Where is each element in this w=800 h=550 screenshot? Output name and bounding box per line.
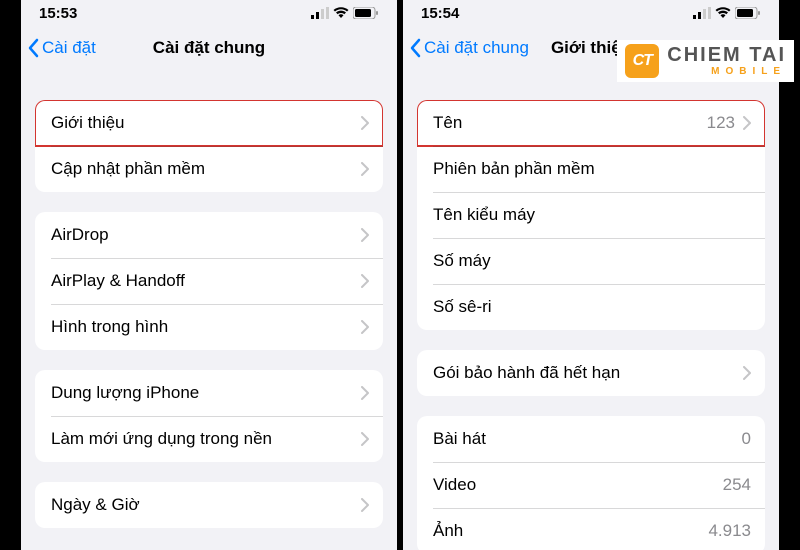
- chevron-right-icon: [361, 228, 369, 242]
- wifi-icon: [715, 7, 731, 19]
- row-airplay-handoff[interactable]: AirPlay & Handoff: [35, 258, 383, 304]
- row-warranty-expired[interactable]: Gói bảo hành đã hết hạn: [417, 350, 765, 396]
- row-label: Phiên bản phần mềm: [433, 159, 751, 179]
- row-label: Bài hát: [433, 429, 742, 449]
- back-button[interactable]: Cài đặt chung: [403, 38, 529, 58]
- row-label: Ảnh: [433, 521, 708, 541]
- status-icons: [693, 7, 761, 19]
- about-content: Tên 123 Phiên bản phần mềm Tên kiểu máy …: [403, 70, 779, 550]
- row-label: Tên: [433, 113, 707, 133]
- settings-content: Giới thiệu Cập nhật phần mềm AirDrop Air: [21, 70, 397, 550]
- row-model-name[interactable]: Tên kiểu máy: [417, 192, 765, 238]
- row-iphone-storage[interactable]: Dung lượng iPhone: [35, 370, 383, 416]
- watermark-icon: CT: [625, 44, 659, 78]
- settings-group: AirDrop AirPlay & Handoff Hình trong hìn…: [35, 212, 383, 350]
- row-about[interactable]: Giới thiệu: [35, 100, 383, 146]
- back-label: Cài đặt chung: [424, 38, 529, 58]
- back-label: Cài đặt: [42, 38, 96, 58]
- row-photos: Ảnh 4.913: [417, 508, 765, 550]
- watermark-logo: CT CHIEM TAI MOBILE: [617, 40, 794, 82]
- settings-group: Giới thiệu Cập nhật phần mềm: [35, 100, 383, 192]
- row-label: Hình trong hình: [51, 317, 361, 337]
- chevron-right-icon: [361, 498, 369, 512]
- chevron-left-icon: [409, 38, 421, 58]
- row-value: 254: [723, 475, 751, 495]
- row-label: AirDrop: [51, 225, 361, 245]
- row-songs: Bài hát 0: [417, 416, 765, 462]
- row-picture-in-picture[interactable]: Hình trong hình: [35, 304, 383, 350]
- row-software-update[interactable]: Cập nhật phần mềm: [35, 146, 383, 192]
- row-label: Làm mới ứng dụng trong nền: [51, 429, 361, 449]
- chevron-right-icon: [361, 432, 369, 446]
- about-group: Gói bảo hành đã hết hạn: [417, 350, 765, 396]
- status-bar: 15:54: [403, 0, 779, 26]
- row-model-number[interactable]: Số máy: [417, 238, 765, 284]
- chevron-right-icon: [361, 320, 369, 334]
- wifi-icon: [333, 7, 349, 19]
- phone-right: 15:54 Cài đặt chung Giới thiệu Tên: [400, 0, 782, 550]
- back-button[interactable]: Cài đặt: [21, 38, 96, 58]
- battery-icon: [735, 7, 761, 19]
- row-date-time[interactable]: Ngày & Giờ: [35, 482, 383, 528]
- row-label: Tên kiểu máy: [433, 205, 751, 225]
- battery-icon: [353, 7, 379, 19]
- row-label: Số máy: [433, 251, 751, 271]
- chevron-right-icon: [361, 116, 369, 130]
- chevron-right-icon: [743, 116, 751, 130]
- settings-group: Ngày & Giờ: [35, 482, 383, 528]
- nav-bar: Cài đặt Cài đặt chung: [21, 26, 397, 70]
- chevron-right-icon: [361, 162, 369, 176]
- row-label: Ngày & Giờ: [51, 495, 361, 515]
- row-label: AirPlay & Handoff: [51, 271, 361, 291]
- cellular-icon: [311, 7, 329, 19]
- row-label: Cập nhật phần mềm: [51, 159, 361, 179]
- row-label: Giới thiệu: [51, 113, 361, 133]
- page-title: Cài đặt chung: [153, 38, 265, 58]
- chevron-right-icon: [361, 386, 369, 400]
- row-airdrop[interactable]: AirDrop: [35, 212, 383, 258]
- watermark-main: CHIEM TAI: [667, 45, 786, 65]
- about-group: Tên 123 Phiên bản phần mềm Tên kiểu máy …: [417, 100, 765, 330]
- chevron-right-icon: [743, 366, 751, 380]
- status-time: 15:53: [39, 5, 77, 22]
- chevron-left-icon: [27, 38, 39, 58]
- status-bar: 15:53: [21, 0, 397, 26]
- row-label: Số sê-ri: [433, 297, 751, 317]
- row-value: 4.913: [708, 521, 751, 541]
- settings-group: Dung lượng iPhone Làm mới ứng dụng trong…: [35, 370, 383, 462]
- row-label: Gói bảo hành đã hết hạn: [433, 363, 743, 383]
- cellular-icon: [693, 7, 711, 19]
- row-value: 123: [707, 113, 735, 133]
- row-label: Dung lượng iPhone: [51, 383, 361, 403]
- row-label: Video: [433, 475, 723, 495]
- phone-left: 15:53 Cài đặt Cài đặt chung Giới thiệu: [18, 0, 400, 550]
- about-group: Bài hát 0 Video 254 Ảnh 4.913: [417, 416, 765, 550]
- row-software-version[interactable]: Phiên bản phần mềm: [417, 146, 765, 192]
- row-value: 0: [742, 429, 751, 449]
- status-icons: [311, 7, 379, 19]
- watermark-sub: MOBILE: [711, 67, 786, 77]
- row-background-refresh[interactable]: Làm mới ứng dụng trong nền: [35, 416, 383, 462]
- status-time: 15:54: [421, 5, 459, 22]
- row-videos: Video 254: [417, 462, 765, 508]
- row-name[interactable]: Tên 123: [417, 100, 765, 146]
- chevron-right-icon: [361, 274, 369, 288]
- row-serial-number[interactable]: Số sê-ri: [417, 284, 765, 330]
